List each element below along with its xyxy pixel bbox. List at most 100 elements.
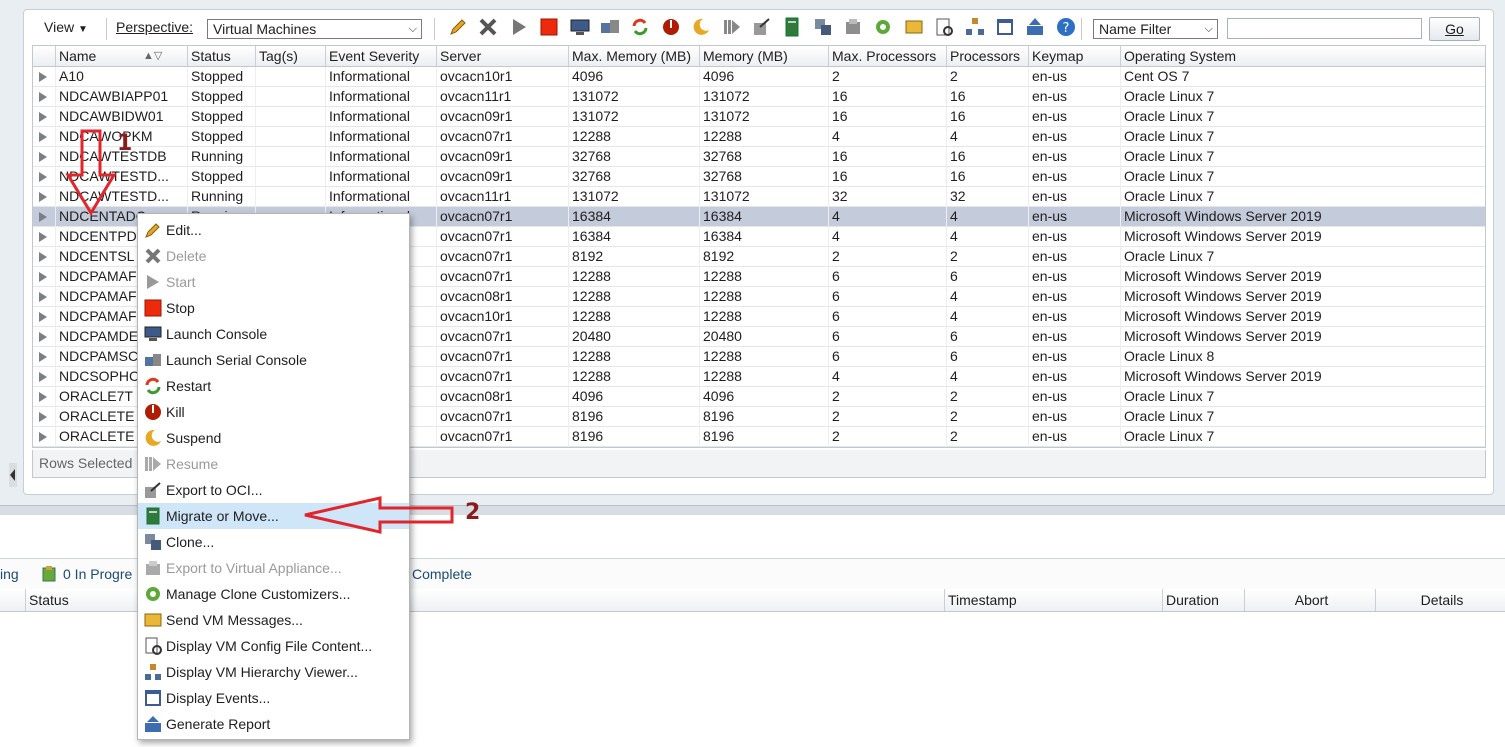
jobs-col-details[interactable]: Details [1375, 589, 1505, 611]
menu-item-delete[interactable]: Delete [138, 243, 409, 269]
filter-input[interactable] [1227, 18, 1422, 39]
view-menu[interactable]: View ▼ [44, 19, 88, 35]
table-row[interactable]: NDCAWTESTD... Stopped Informational ovcacn0… [33, 167, 1485, 187]
menu-item-launch-serial-console[interactable]: Launch Serial Console [138, 347, 409, 373]
start-icon[interactable] [508, 16, 530, 38]
expand-row-icon[interactable] [39, 132, 47, 142]
menu-item-display-events[interactable]: Display Events... [138, 685, 409, 711]
expand-row-icon[interactable] [39, 152, 47, 162]
expand-row-icon[interactable] [39, 112, 47, 122]
column-header-status[interactable]: Status [187, 46, 255, 66]
launch-console-icon[interactable] [569, 16, 591, 38]
expand-row-icon[interactable] [39, 72, 47, 82]
menu-item-export-to-oci[interactable]: Export to OCI... [138, 477, 409, 503]
help-icon[interactable]: ? [1055, 16, 1077, 38]
table-row[interactable]: NDCAWTESTD... Running Informational ovcacn1… [33, 187, 1485, 207]
menu-item-stop[interactable]: Stop [138, 295, 409, 321]
jobs-col-status[interactable]: Status [25, 589, 135, 611]
send-message-icon[interactable] [903, 16, 925, 38]
go-button[interactable]: Go [1429, 17, 1480, 41]
jobs-col-abort[interactable]: Abort [1244, 589, 1375, 611]
expand-row-icon[interactable] [39, 432, 47, 442]
expand-row-icon[interactable] [39, 372, 47, 382]
column-header-keymap[interactable]: Keymap [1028, 46, 1120, 66]
menu-item-migrate-or-move[interactable]: Migrate or Move... [138, 503, 409, 529]
perspective-select[interactable]: Virtual Machines ⌵ [207, 19, 422, 39]
in-progress-label[interactable]: 0 In Progre [63, 566, 132, 582]
clone-customizer-icon[interactable] [872, 16, 894, 38]
stop-icon[interactable] [538, 16, 560, 38]
collapse-handle[interactable] [9, 463, 17, 487]
table-row[interactable]: NDCAWOPKM Stopped Informational ovcacn07r1 1… [33, 127, 1485, 147]
column-header-operating-system[interactable]: Operating System [1120, 46, 1487, 66]
clone-icon[interactable] [812, 16, 834, 38]
column-header-server[interactable]: Server [436, 46, 568, 66]
hierarchy-icon[interactable] [964, 16, 986, 38]
expand-row-icon[interactable] [39, 412, 47, 422]
export-appliance-icon[interactable] [842, 16, 864, 38]
menu-item-launch-console[interactable]: Launch Console [138, 321, 409, 347]
column-header-max-processors[interactable]: Max. Processors [828, 46, 946, 66]
cell-keymap: en-us [1028, 347, 1120, 367]
menu-item-send-vm-messages[interactable]: Send VM Messages... [138, 607, 409, 633]
expand-row-icon[interactable] [39, 392, 47, 402]
menu-item-clone[interactable]: Clone... [138, 529, 409, 555]
migrate-icon[interactable] [781, 16, 803, 38]
launch-serial-console-icon[interactable] [599, 16, 621, 38]
cell-operating-system: Microsoft Windows Server 2019 [1120, 267, 1487, 287]
menu-item-edit[interactable]: Edit... [138, 217, 409, 243]
cell-keymap: en-us [1028, 327, 1120, 347]
expand-row-icon[interactable] [39, 332, 47, 342]
table-row[interactable]: NDCAWBIDW01 Stopped Informational ovcacn09r… [33, 107, 1485, 127]
expand-row-icon[interactable] [39, 252, 47, 262]
menu-item-suspend[interactable]: Suspend [138, 425, 409, 451]
complete-label[interactable]: Complete [412, 566, 472, 582]
menu-item-label: Restart [166, 378, 212, 394]
table-row[interactable]: A10 Stopped Informational ovcacn10r1 4096 409… [33, 67, 1485, 87]
edit-icon[interactable] [447, 16, 469, 38]
restart-icon[interactable] [629, 16, 651, 38]
name-filter-select[interactable]: Name Filter ⌵ [1093, 19, 1218, 39]
menu-item-display-vm-hierarchy-viewer[interactable]: Display VM Hierarchy Viewer... [138, 659, 409, 685]
expand-row-icon[interactable] [39, 232, 47, 242]
expand-row-icon[interactable] [39, 272, 47, 282]
kill-icon[interactable] [660, 16, 682, 38]
export-oci-icon[interactable] [751, 16, 773, 38]
expand-row-icon[interactable] [39, 172, 47, 182]
delete-icon[interactable] [477, 16, 499, 38]
config-file-icon[interactable] [933, 16, 955, 38]
column-header-memory-mb[interactable]: Memory (MB) [699, 46, 828, 66]
menu-item-manage-clone-customizers[interactable]: Manage Clone Customizers... [138, 581, 409, 607]
table-row[interactable]: NDCAWBIAPP01 Stopped Informational ovcacn11… [33, 87, 1485, 107]
menu-item-export-to-virtual-appliance[interactable]: Export to Virtual Appliance... [138, 555, 409, 581]
column-header-tag-s[interactable]: Tag(s) [255, 46, 325, 66]
table-row[interactable]: NDCAWTESTDB Running Informational ovcacn09r… [33, 147, 1485, 167]
menu-item-generate-report[interactable]: Generate Report [138, 711, 409, 737]
jobs-col-timestamp[interactable]: Timestamp [944, 589, 1162, 611]
events-icon[interactable] [994, 16, 1016, 38]
menu-item-display-vm-config-file-content[interactable]: Display VM Config File Content... [138, 633, 409, 659]
config-file-icon [144, 637, 162, 655]
menu-item-start[interactable]: Start [138, 269, 409, 295]
cell-keymap: en-us [1028, 367, 1120, 387]
jobs-col-duration[interactable]: Duration [1162, 589, 1244, 611]
expand-row-icon[interactable] [39, 192, 47, 202]
menu-item-resume[interactable]: Resume [138, 451, 409, 477]
resume-icon[interactable] [721, 16, 743, 38]
cell-server: ovcacn07r1 [436, 367, 568, 387]
column-header-event-severity[interactable]: Event Severity [325, 46, 436, 66]
suspend-icon[interactable] [690, 16, 712, 38]
menu-item-restart[interactable]: Restart [138, 373, 409, 399]
expand-row-icon[interactable] [39, 352, 47, 362]
sort-ascending-icon[interactable]: ▲▽ [143, 49, 162, 62]
column-header-name[interactable]: Name [55, 46, 187, 66]
expand-row-icon[interactable] [39, 292, 47, 302]
report-icon[interactable] [1024, 16, 1046, 38]
expand-row-icon[interactable] [39, 92, 47, 102]
launch-serial-console-icon [144, 351, 162, 369]
menu-item-kill[interactable]: Kill [138, 399, 409, 425]
expand-row-icon[interactable] [39, 312, 47, 322]
column-header-processors[interactable]: Processors [946, 46, 1028, 66]
column-header-max-memory-mb[interactable]: Max. Memory (MB) [568, 46, 699, 66]
expand-row-icon[interactable] [39, 212, 47, 222]
